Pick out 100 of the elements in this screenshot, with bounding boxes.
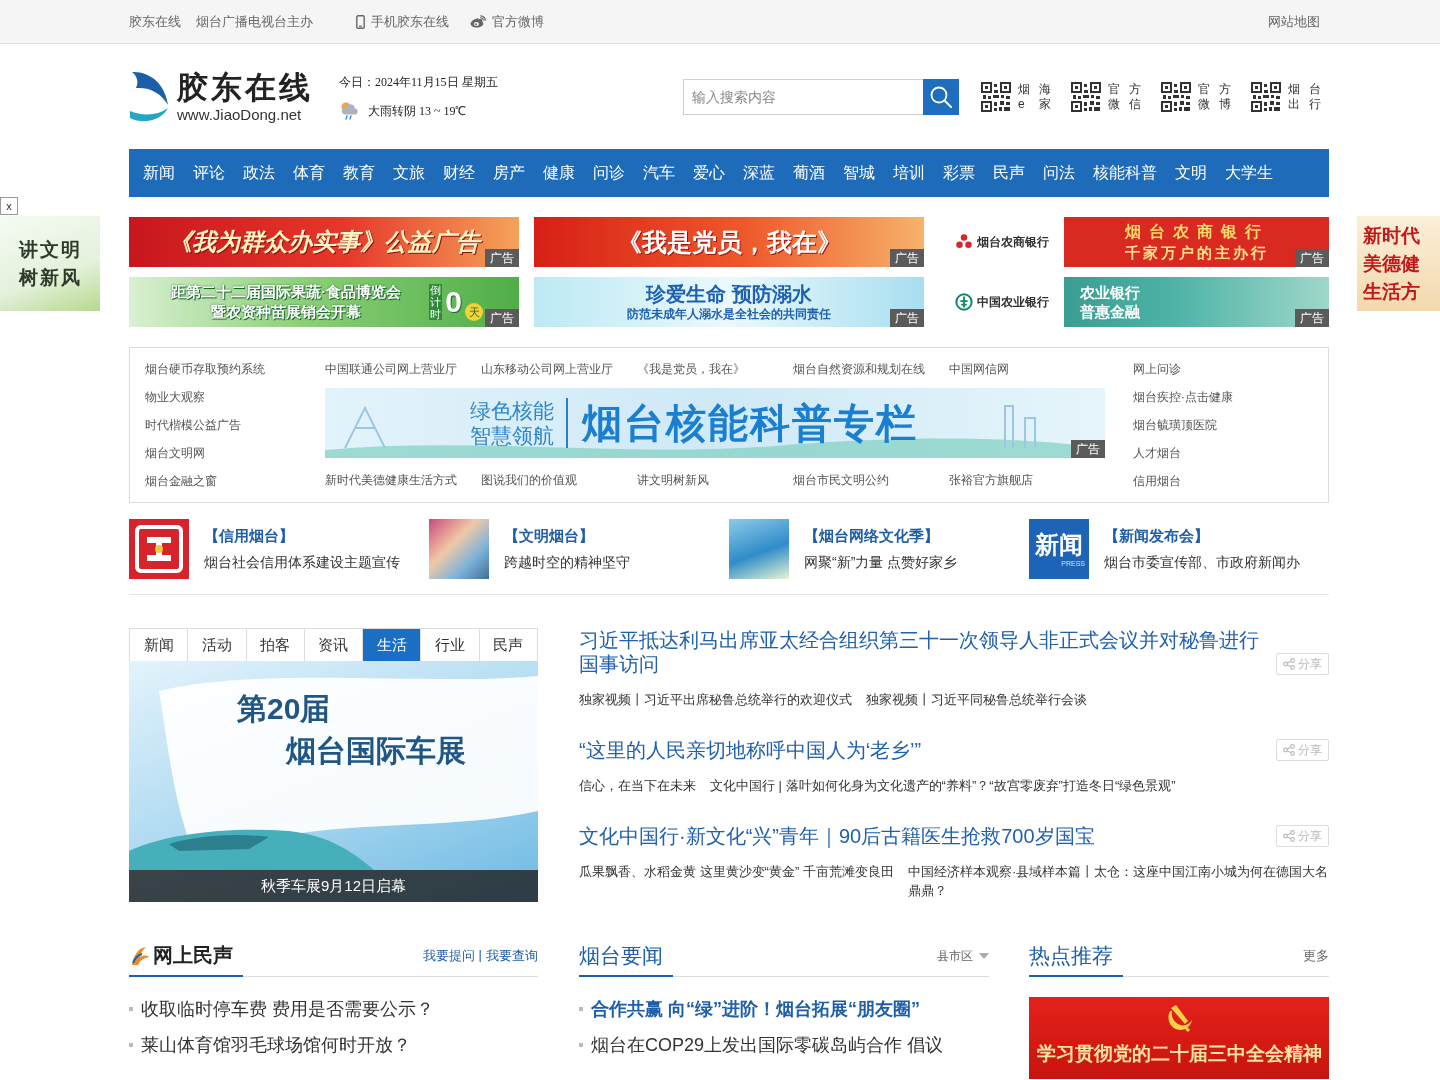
- floating-ad[interactable]: 讲文明 树新风: [0, 216, 100, 311]
- ad-label: 广告: [1295, 249, 1329, 267]
- qr-code-icon[interactable]: [1071, 81, 1101, 112]
- query-link[interactable]: 我要查询: [486, 947, 538, 965]
- nav-link[interactable]: 问法: [1043, 162, 1075, 184]
- site-link[interactable]: 烟台毓璜顶医院: [1133, 411, 1217, 439]
- nav-link[interactable]: 深蓝: [743, 162, 775, 184]
- nav-link[interactable]: 问诊: [593, 162, 625, 184]
- poster-image[interactable]: 第20届 烟台国际车展 秋季车展9月12日启幕: [129, 661, 538, 902]
- site-link[interactable]: 讲文明树新风: [637, 466, 793, 494]
- nav-link[interactable]: 智城: [843, 162, 875, 184]
- related-news-link[interactable]: 独家视频丨习近平出席秘鲁总统举行的欢迎仪式: [579, 690, 852, 709]
- site-link[interactable]: 烟台市民文明公约: [793, 466, 949, 494]
- site-link[interactable]: 《我是党员，我在》: [637, 355, 793, 383]
- feature-description[interactable]: 跨越时空的精神坚守: [504, 553, 630, 572]
- qr-code-icon[interactable]: [1251, 81, 1281, 112]
- site-link[interactable]: 张裕官方旗舰店: [949, 466, 1105, 494]
- site-link[interactable]: 物业大观察: [145, 383, 205, 411]
- site-link[interactable]: 图说我们的价值观: [481, 466, 637, 494]
- feature-title-link[interactable]: 【新闻发布会】: [1104, 526, 1209, 546]
- mobile-site-link[interactable]: 手机胶东在线: [356, 12, 449, 31]
- nav-link[interactable]: 体育: [293, 162, 325, 184]
- category-tab[interactable]: 生活: [363, 629, 422, 661]
- sitemap-link[interactable]: 网站地图: [1268, 12, 1320, 31]
- banner-ad[interactable]: 珍爱生命 预防溺水 防范未成年人溺水是全社会的共同责任 广告: [534, 277, 924, 327]
- site-link[interactable]: 中国网信网: [949, 355, 1105, 383]
- headline-link[interactable]: 习近平抵达利马出席亚太经合组织第三十一次领导人非正式会议并对秘鲁进行国事访问: [579, 628, 1268, 676]
- top-link[interactable]: 烟台广播电视台主办: [196, 12, 313, 31]
- photo-placeholder[interactable]: [729, 519, 789, 579]
- nav-link[interactable]: 评论: [193, 162, 225, 184]
- nav-link[interactable]: 彩票: [943, 162, 975, 184]
- banner-ad[interactable]: 绿色核能 智慧领航 烟台核能科普专栏 广告: [325, 388, 1105, 458]
- site-link[interactable]: 烟台疾控·点击健康: [1133, 383, 1233, 411]
- related-news-link[interactable]: 独家视频丨习近平同秘鲁总统举行会谈: [866, 690, 1087, 709]
- feature-title-link[interactable]: 【信用烟台】: [204, 526, 294, 546]
- site-link[interactable]: 时代楷模公益广告: [145, 411, 241, 439]
- site-link[interactable]: 烟台金融之窗: [145, 467, 217, 495]
- nav-link[interactable]: 培训: [893, 162, 925, 184]
- site-link[interactable]: 烟台自然资源和规划在线: [793, 355, 949, 383]
- news-link[interactable]: 烟台在COP29上发出国际零碳岛屿合作 倡议: [591, 1033, 944, 1057]
- qr-code-icon[interactable]: [981, 81, 1011, 112]
- related-news-link[interactable]: 中国经济样本观察·县域样本篇丨太仓：这座中国江南小城为何在德国大名鼎鼎？: [907, 862, 1329, 900]
- site-link[interactable]: 人才烟台: [1133, 439, 1181, 467]
- site-link[interactable]: 信用烟台: [1133, 467, 1181, 495]
- feature-description[interactable]: 网聚“新”力量 点赞好家乡: [804, 553, 958, 572]
- banner-ad[interactable]: 中国农业银行 农业银行 普惠金融 广告: [939, 277, 1329, 327]
- related-news-link[interactable]: 瓜果飘香、水稻金黄 这里黄沙变“黄金” 千亩荒滩变良田: [579, 862, 894, 881]
- feature-description[interactable]: 烟台社会信用体系建设主题宣传: [204, 553, 400, 572]
- feature-title-link[interactable]: 【文明烟台】: [504, 526, 594, 546]
- site-link[interactable]: 山东移动公司网上营业厅: [481, 355, 637, 383]
- nav-link[interactable]: 房产: [493, 162, 525, 184]
- close-ad-button[interactable]: x: [0, 197, 18, 215]
- thumbnail-text: 新闻: [1035, 530, 1083, 559]
- nav-link[interactable]: 政法: [243, 162, 275, 184]
- photo-placeholder[interactable]: [429, 519, 489, 579]
- ask-question-link[interactable]: 我要提问: [422, 947, 475, 965]
- district-dropdown[interactable]: 县市区: [935, 947, 989, 965]
- nav-link[interactable]: 爱心: [693, 162, 725, 184]
- question-link[interactable]: 收取临时停车费 费用是否需要公示？: [141, 997, 434, 1021]
- seal-logo-icon[interactable]: [129, 519, 189, 579]
- promo-banner[interactable]: 学习贯彻党的二十届三中全会精神: [1029, 997, 1329, 1079]
- feature-title-link[interactable]: 【烟台网络文化季】: [804, 526, 939, 546]
- banner-ad[interactable]: 《我为群众办实事》公益广告 广告: [129, 217, 519, 267]
- site-link[interactable]: 网上问诊: [1133, 355, 1181, 383]
- more-link[interactable]: 更多: [1303, 947, 1329, 965]
- top-link[interactable]: 胶东在线: [129, 12, 181, 31]
- site-link[interactable]: 烟台硬币存取预约系统: [145, 355, 265, 383]
- weibo-link[interactable]: 官方微博: [470, 12, 544, 31]
- site-logo-name[interactable]: 胶东在线: [177, 69, 313, 106]
- site-link[interactable]: 中国联通公司网上营业厅: [325, 355, 481, 383]
- nav-link[interactable]: 葡酒: [793, 162, 825, 184]
- banner-ad[interactable]: 烟台农商银行 烟台农商银行 千家万户的主办行 广告: [939, 217, 1329, 267]
- site-link[interactable]: 烟台文明网: [145, 439, 205, 467]
- nav-link[interactable]: 教育: [343, 162, 375, 184]
- search-field[interactable]: 输入搜索内容: [683, 78, 923, 115]
- feature-description[interactable]: 烟台市委宣传部、市政府新闻办: [1104, 553, 1300, 572]
- headline-link[interactable]: 文化中国行·新文化“兴”青年｜90后古籍医生抢救700岁国宝: [579, 824, 1268, 848]
- nav-link[interactable]: 文旅: [393, 162, 425, 184]
- floating-ad[interactable]: 新时代 美德健 生活方: [1357, 216, 1440, 311]
- nav-link[interactable]: 民声: [993, 162, 1025, 184]
- nav-link[interactable]: 新闻: [143, 162, 175, 184]
- qr-code-icon[interactable]: [1161, 81, 1191, 112]
- nav-link[interactable]: 健康: [543, 162, 575, 184]
- banner-slogan: 绿色核能: [470, 398, 554, 423]
- related-news-link[interactable]: 文化中国行 | 落叶如何化身为文化遗产的“养料”？“故宫零废弃”打造冬日“绿色景观”: [710, 776, 1176, 795]
- nav-link[interactable]: 大学生: [1225, 162, 1273, 184]
- slide-caption[interactable]: 秋季车展9月12日启幕: [129, 870, 538, 902]
- related-news-link[interactable]: 信心，在当下在未来: [579, 776, 696, 795]
- question-link[interactable]: 莱山体育馆羽毛球场馆何时开放？: [141, 1033, 411, 1057]
- banner-ad[interactable]: 《我是党员，我在》 广告: [534, 217, 924, 267]
- bank-name: 中国农业银行: [976, 293, 1049, 311]
- nav-link[interactable]: 汽车: [643, 162, 675, 184]
- news-link[interactable]: 合作共赢 向“绿”进阶！烟台拓展“朋友圈”: [591, 997, 920, 1021]
- nav-link[interactable]: 财经: [443, 162, 475, 184]
- nav-link[interactable]: 核能科普: [1093, 162, 1157, 184]
- search-button[interactable]: [923, 78, 959, 115]
- site-link[interactable]: 新时代美德健康生活方式: [325, 466, 481, 494]
- headline-link[interactable]: “这里的人民亲切地称呼中国人为‘老乡’”: [579, 738, 1268, 762]
- nav-link[interactable]: 文明: [1175, 162, 1207, 184]
- search-icon: [930, 85, 952, 108]
